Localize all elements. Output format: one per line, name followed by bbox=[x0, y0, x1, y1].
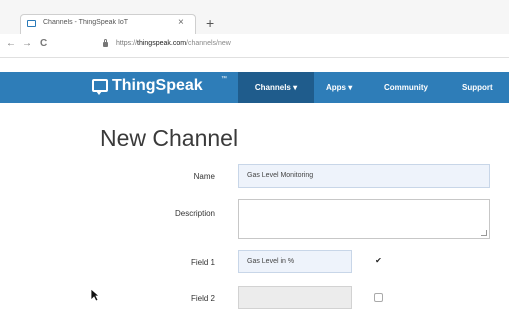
brand-name: ThingSpeak bbox=[112, 77, 203, 94]
nav-channels[interactable]: Channels ▾ bbox=[238, 72, 314, 103]
field1-input[interactable]: Gas Level in % bbox=[238, 250, 352, 273]
url-host: thingspeak.com bbox=[137, 40, 187, 47]
field2-input[interactable] bbox=[238, 286, 352, 309]
url-path: /channels/new bbox=[186, 40, 231, 47]
description-label: Description bbox=[174, 209, 215, 218]
name-input[interactable]: Gas Level Monitoring bbox=[238, 164, 490, 188]
lock-icon bbox=[103, 39, 108, 47]
address-bar: ← → C https://thingspeak.com/channels/ne… bbox=[0, 34, 509, 58]
site-navbar: ThingSpeak ™ Channels ▾ Apps ▾ Community… bbox=[0, 72, 509, 103]
new-tab-button[interactable]: + bbox=[206, 14, 214, 32]
forward-button[interactable]: → bbox=[22, 38, 32, 49]
reload-button[interactable]: C bbox=[40, 38, 47, 49]
checkmark-icon: ✔ bbox=[375, 256, 382, 265]
field1-checkbox[interactable]: ✔ bbox=[374, 257, 383, 266]
nav-support[interactable]: Support bbox=[462, 72, 493, 103]
back-button[interactable]: ← bbox=[6, 38, 16, 49]
url-field[interactable]: https://thingspeak.com/channels/new bbox=[116, 40, 231, 47]
field2-label: Field 2 bbox=[190, 294, 215, 303]
close-tab-icon[interactable]: × bbox=[178, 17, 184, 28]
tab-title: Channels - ThingSpeak IoT bbox=[43, 19, 129, 26]
name-label: Name bbox=[193, 172, 215, 181]
field2-checkbox[interactable] bbox=[374, 293, 383, 302]
url-scheme: https:// bbox=[116, 40, 138, 47]
field1-label: Field 1 bbox=[190, 258, 215, 267]
nav-community[interactable]: Community bbox=[384, 72, 428, 103]
thingspeak-favicon-icon bbox=[27, 20, 36, 27]
page-title: New Channel bbox=[100, 125, 239, 151]
trademark-mark: ™ bbox=[221, 76, 227, 82]
browser-tab[interactable]: Channels - ThingSpeak IoT × bbox=[20, 14, 196, 34]
nav-apps[interactable]: Apps ▾ bbox=[326, 72, 352, 103]
description-textarea[interactable] bbox=[238, 199, 490, 239]
browser-tab-strip: Channels - ThingSpeak IoT × + bbox=[0, 0, 509, 34]
speech-bubble-icon bbox=[92, 79, 108, 95]
